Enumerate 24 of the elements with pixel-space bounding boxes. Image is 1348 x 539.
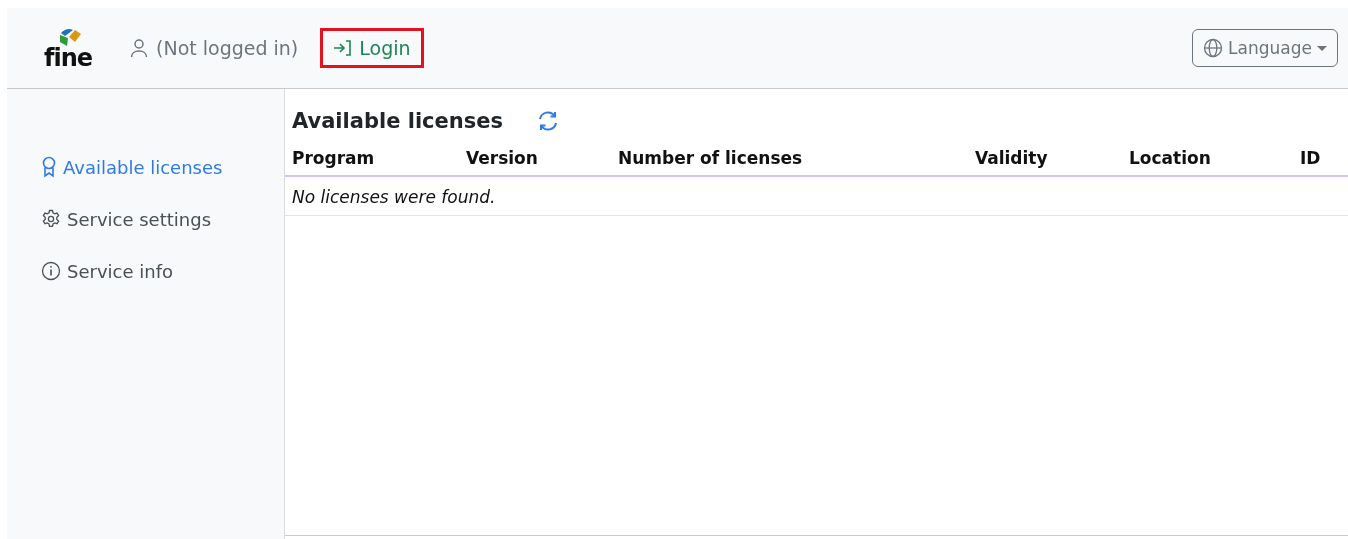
award-icon xyxy=(41,156,57,178)
column-header: Version xyxy=(459,135,611,177)
sidebar-item[interactable]: Service settings xyxy=(41,199,284,239)
login-button[interactable]: Login xyxy=(320,28,424,68)
sidebar-item[interactable]: Available licenses xyxy=(41,147,284,187)
login-icon xyxy=(333,39,354,57)
sidebar-item[interactable]: Service info xyxy=(41,251,284,291)
settings-icon xyxy=(41,209,61,229)
column-header: Number of licenses xyxy=(611,135,968,177)
logo-text: fine xyxy=(44,47,92,69)
language-dropdown[interactable]: Language xyxy=(1192,29,1338,67)
info-icon xyxy=(41,261,61,281)
globe-icon xyxy=(1203,38,1224,58)
refresh-button[interactable] xyxy=(537,110,559,132)
page-title: Available licenses xyxy=(292,109,503,133)
caret-icon xyxy=(1317,45,1327,51)
column-header: Validity xyxy=(968,135,1122,177)
column-header: Program xyxy=(285,135,459,177)
empty-message: No licenses were found. xyxy=(285,177,1348,216)
column-header: Location xyxy=(1122,135,1293,177)
user-status: (Not logged in) xyxy=(156,37,299,59)
column-header: ID xyxy=(1293,135,1348,177)
refresh-icon xyxy=(537,110,559,132)
user-icon xyxy=(130,38,148,58)
